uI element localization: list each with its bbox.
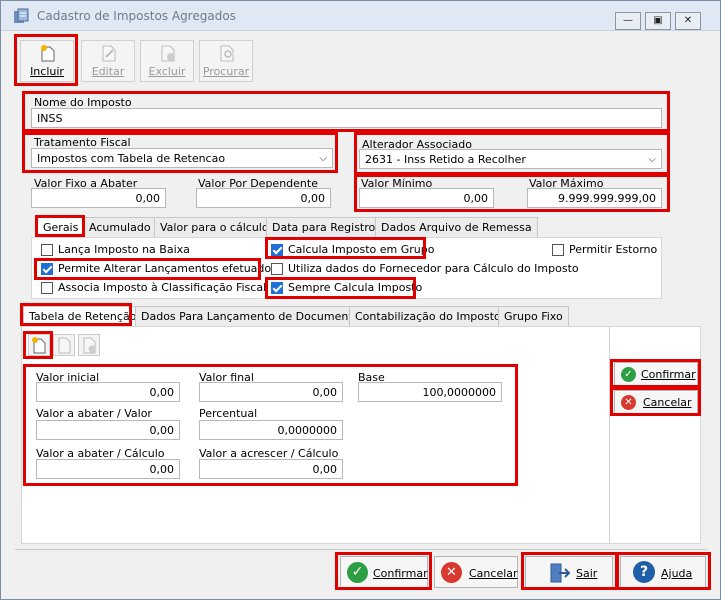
tab-valor-calculo[interactable]: Valor para o cálculo [154,217,275,237]
cancelar-button[interactable]: ✕ Cancelar [434,556,518,588]
new-document-icon [41,45,55,62]
checkbox-box [41,244,53,256]
valor-final-input[interactable]: 0,00 [199,382,343,402]
tab-dados-lancamento[interactable]: Dados Para Lançamento de Documento [135,306,366,326]
tab-tabela-retencao[interactable]: Tabela de Retenção [23,306,143,326]
valor-fixo-input[interactable]: 0,00 [31,188,166,208]
window-title: Cadastro de Impostos Agregados [37,9,236,23]
tab-gerais[interactable]: Gerais [37,217,85,237]
tratamento-fiscal-select[interactable]: Impostos com Tabela de Retencao ⌵ [31,148,333,168]
side-confirmar-button[interactable]: ✓ Confirmar [614,362,698,386]
procurar-label: Procurar [202,65,250,78]
edit-document-icon [58,337,71,354]
side-confirmar-label: Confirmar [641,368,696,381]
checkbox-box [271,263,283,275]
permitir-estorno-label: Permitir Estorno [569,243,658,256]
add-row-button[interactable] [28,334,50,356]
valor-abater-valor-label: Valor a abater / Valor [36,407,152,420]
search-document-icon [220,45,234,62]
permite-alterar-label: Permite Alterar Lançamentos efetuados [58,262,277,275]
procurar-button[interactable]: Procurar [199,40,253,82]
tab-acumulado[interactable]: Acumulado [83,217,157,237]
edit-document-icon [102,45,116,62]
close-icon[interactable]: ✕ [675,12,701,30]
editar-label: Editar [91,65,125,78]
valor-maximo-input[interactable]: 9.999.999.999,00 [527,188,662,208]
check-icon: ✓ [347,562,368,583]
chevron-down-icon: ⌵ [319,153,327,164]
sempre-calcula-label: Sempre Calcula Imposto [288,281,423,294]
new-document-icon [32,337,46,354]
ajuda-button[interactable]: ? Ajuda [620,556,706,588]
checkbox-checked [271,244,283,256]
calcula-grupo-label: Calcula Imposto em Grupo [288,243,435,256]
utiliza-fornecedor-label: Utiliza dados do Fornecedor para Cálculo… [288,262,579,275]
excluir-button[interactable]: Excluir [140,40,194,82]
edit-row-button[interactable] [53,334,75,356]
checkbox-box [41,282,53,294]
incluir-button[interactable]: Incluir [20,40,74,82]
lanca-baixa-label: Lança Imposto na Baixa [58,243,190,256]
associa-classificacao-label: Associa Imposto à Classificação Fiscal [58,281,267,294]
incluir-label: Incluir [30,65,64,78]
editar-button[interactable]: Editar [81,40,135,82]
tab-dados-remessa[interactable]: Dados Arquivo de Remessa [375,217,538,237]
percentual-input[interactable]: 0,0000000 [199,420,343,440]
valor-minimo-input[interactable]: 0,00 [359,188,494,208]
checkbox-checked [41,263,53,275]
footer-divider [15,549,707,550]
checkbox-box [552,244,564,256]
valor-abater-calculo-input[interactable]: 0,00 [36,459,180,479]
title-bar: Cadastro de Impostos Agregados — ▣ ✕ [1,1,720,31]
restore-icon[interactable]: ▣ [645,12,671,30]
delete-row-button[interactable] [78,334,100,356]
tab-grupo-fixo[interactable]: Grupo Fixo [498,306,569,326]
tratamento-fiscal-value: Impostos com Tabela de Retencao [37,152,226,165]
nome-imposto-input[interactable]: INSS [31,108,662,128]
exit-door-icon [550,563,571,583]
confirmar-label: Confirmar [373,567,428,580]
side-cancelar-button[interactable]: ✕ Cancelar [614,390,698,414]
side-cancelar-label: Cancelar [643,396,692,409]
tab-data-registro[interactable]: Data para Registro [266,217,382,237]
ajuda-label: Ajuda [661,567,693,580]
cancel-icon: ✕ [441,562,462,583]
valor-abater-valor-input[interactable]: 0,00 [36,420,180,440]
delete-document-icon [83,337,96,354]
chevron-down-icon: ⌵ [648,154,656,165]
cancel-icon: ✕ [621,395,636,410]
app-icon [13,8,29,24]
base-input[interactable]: 100,0000000 [358,382,502,402]
percentual-label: Percentual [199,407,258,420]
delete-document-icon [161,45,175,62]
tab-contabilizacao[interactable]: Contabilização do Imposto [349,306,507,326]
sair-label: Sair [576,567,598,580]
cancelar-label: Cancelar [469,567,518,580]
alterador-associado-select[interactable]: 2631 - Inss Retido a Recolher ⌵ [359,149,662,169]
help-icon: ? [633,561,655,583]
sair-button[interactable]: Sair [525,556,613,588]
excluir-label: Excluir [148,65,186,78]
check-icon: ✓ [621,367,636,382]
main-window: Cadastro de Impostos Agregados — ▣ ✕ Inc… [0,0,721,600]
confirmar-button[interactable]: ✓ Confirmar [340,556,428,588]
valor-dependente-input[interactable]: 0,00 [196,188,331,208]
checkbox-checked [271,282,283,294]
minimize-icon[interactable]: — [615,12,641,30]
alterador-associado-value: 2631 - Inss Retido a Recolher [365,153,526,166]
valor-acrescer-input[interactable]: 0,00 [199,459,343,479]
panel-divider [609,327,610,543]
valor-inicial-input[interactable]: 0,00 [36,382,180,402]
